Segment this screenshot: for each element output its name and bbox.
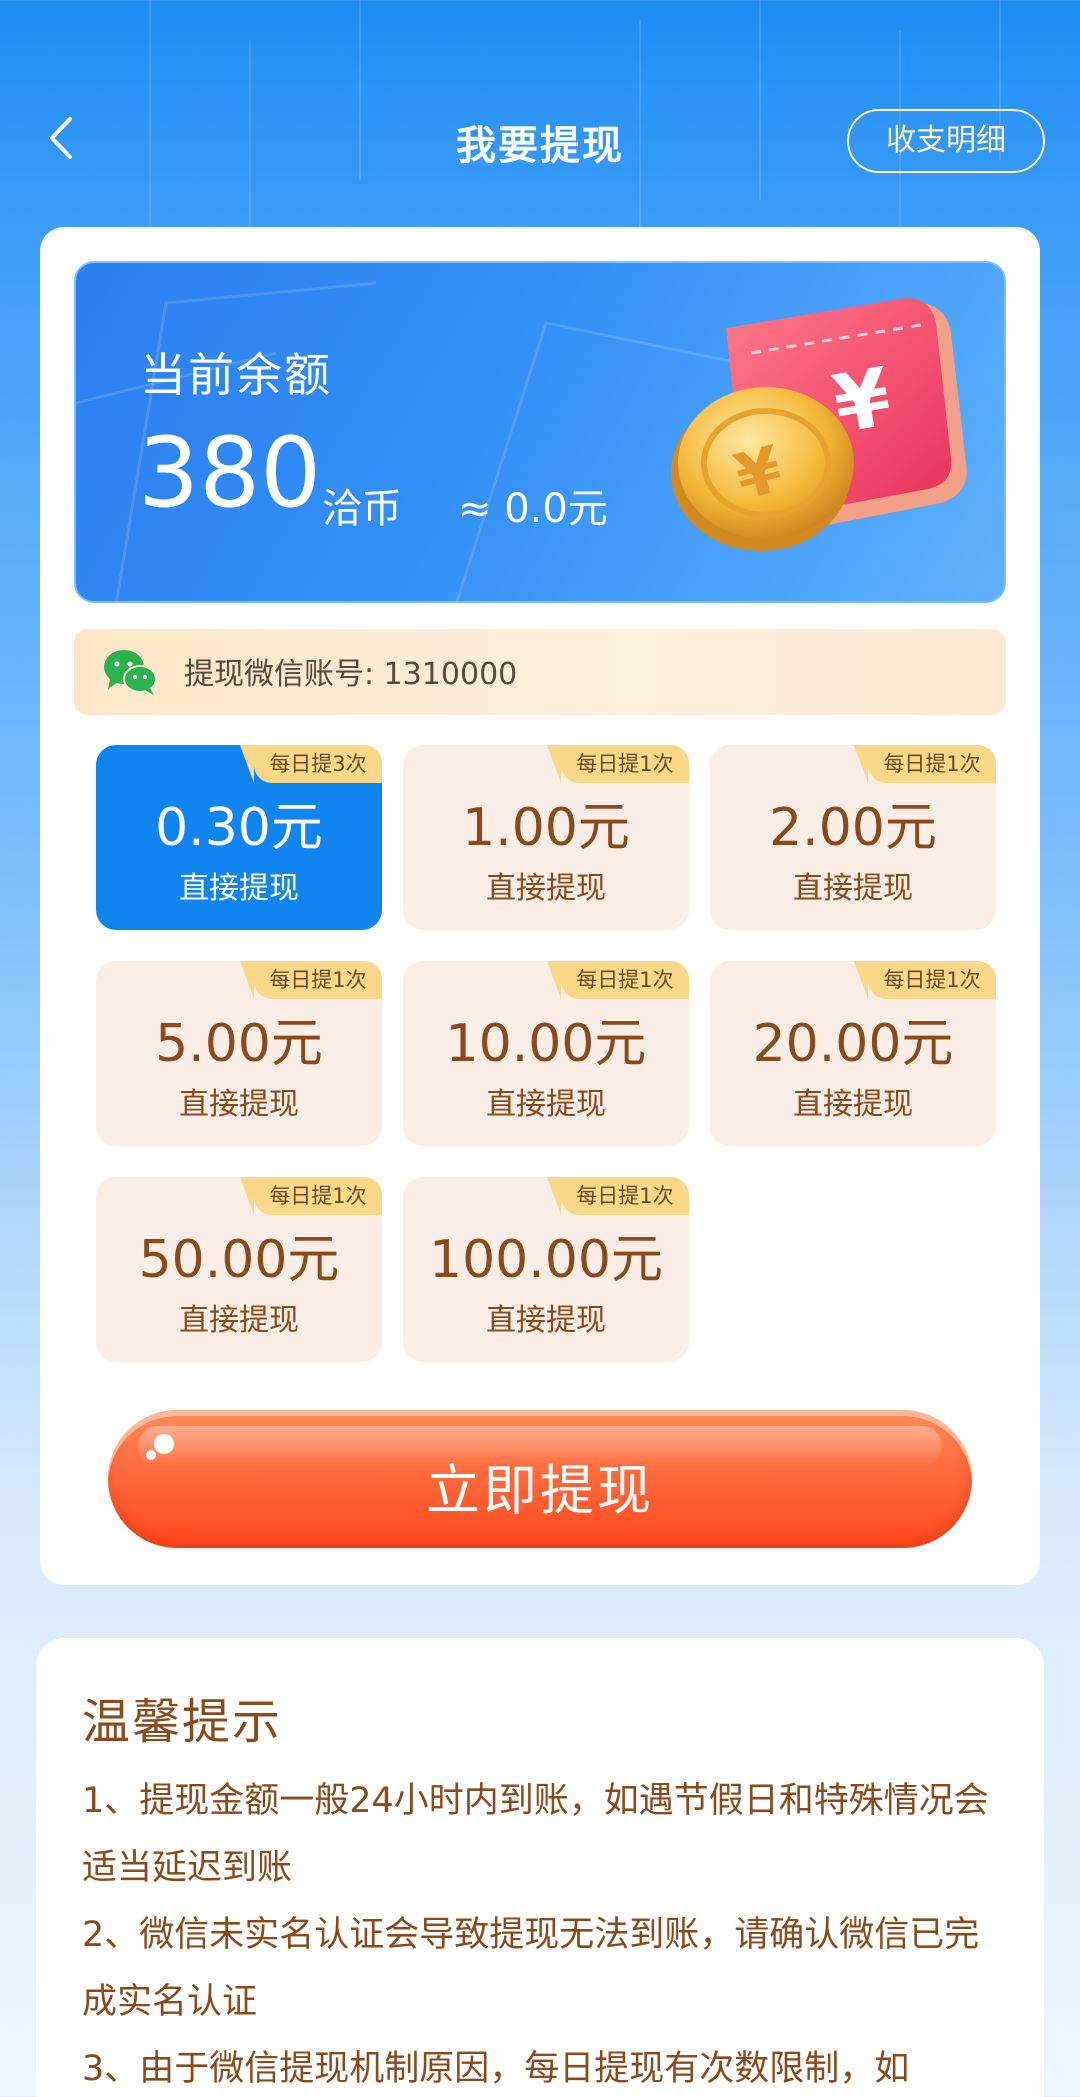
option-subtitle: 直接提现 bbox=[486, 1303, 606, 1338]
balance-label: 当前余额 bbox=[140, 348, 332, 402]
balance-amount: 380 bbox=[138, 417, 322, 529]
withdraw-option-1.00[interactable]: 每日提1次 1.00元 直接提现 bbox=[403, 745, 689, 930]
option-amount: 5.00元 bbox=[155, 1014, 323, 1074]
option-subtitle: 直接提现 bbox=[179, 1087, 299, 1122]
tip-item: 3、由于微信提现机制原因，每日提现有次数限制，如 bbox=[82, 2049, 910, 2089]
transaction-details-button[interactable]: 收支明细 bbox=[847, 109, 1045, 173]
daily-limit-badge: 每日提3次 bbox=[240, 745, 382, 783]
daily-limit-badge: 每日提1次 bbox=[240, 1177, 382, 1215]
option-amount: 1.00元 bbox=[462, 798, 630, 858]
withdraw-option-20.00[interactable]: 每日提1次 20.00元 直接提现 bbox=[710, 961, 996, 1146]
balance-panel: 当前余额 380 洽币 ≈ 0.0元 ¥ ¥ bbox=[74, 261, 1006, 603]
balance-yuan-equivalent: ≈ 0.0元 bbox=[458, 486, 608, 532]
tips-card: 温馨提示 1、提现金额一般24小时内到账，如遇节假日和特殊情况会适当延迟到账 2… bbox=[36, 1638, 1044, 2097]
option-subtitle: 直接提现 bbox=[179, 1303, 299, 1338]
option-amount: 50.00元 bbox=[138, 1230, 340, 1290]
option-subtitle: 直接提现 bbox=[793, 871, 913, 906]
option-subtitle: 直接提现 bbox=[486, 871, 606, 906]
option-amount: 2.00元 bbox=[769, 798, 937, 858]
tips-list: 1、提现金额一般24小时内到账，如遇节假日和特殊情况会适当延迟到账 2、微信未实… bbox=[82, 1768, 1012, 2097]
option-amount: 0.30元 bbox=[155, 798, 323, 858]
withdraw-option-50.00[interactable]: 每日提1次 50.00元 直接提现 bbox=[96, 1177, 382, 1362]
top-bar: 我要提现 收支明细 bbox=[0, 95, 1080, 185]
daily-limit-badge: 每日提1次 bbox=[854, 745, 996, 783]
withdraw-option-10.00[interactable]: 每日提1次 10.00元 直接提现 bbox=[403, 961, 689, 1146]
tip-item: 2、微信未实名认证会导致提现无法到账，请确认微信已完成实名认证 bbox=[82, 1915, 980, 2022]
option-subtitle: 直接提现 bbox=[179, 871, 299, 906]
wechat-account-bar: 提现微信账号: 1310000 bbox=[74, 629, 1006, 715]
option-subtitle: 直接提现 bbox=[793, 1087, 913, 1122]
withdraw-option-0.30[interactable]: 每日提3次 0.30元 直接提现 bbox=[96, 745, 382, 930]
withdraw-now-label: 立即提现 bbox=[426, 1459, 654, 1522]
daily-limit-badge: 每日提1次 bbox=[547, 745, 689, 783]
option-amount: 100.00元 bbox=[429, 1230, 663, 1290]
withdraw-option-2.00[interactable]: 每日提1次 2.00元 直接提现 bbox=[710, 745, 996, 930]
option-amount: 20.00元 bbox=[752, 1014, 954, 1074]
coin-illustration: ¥ ¥ bbox=[671, 298, 967, 551]
wechat-icon bbox=[104, 650, 157, 695]
daily-limit-badge: 每日提1次 bbox=[854, 961, 996, 999]
withdraw-option-100.00[interactable]: 每日提1次 100.00元 直接提现 bbox=[403, 1177, 689, 1362]
daily-limit-badge: 每日提1次 bbox=[547, 1177, 689, 1215]
withdraw-card: 当前余额 380 洽币 ≈ 0.0元 ¥ ¥ 提现微信账号: 1310000 每… bbox=[40, 227, 1040, 1585]
wechat-account-text: 提现微信账号: 1310000 bbox=[184, 657, 518, 692]
tip-item: 1、提现金额一般24小时内到账，如遇节假日和特殊情况会适当延迟到账 bbox=[82, 1781, 989, 1888]
withdraw-option-5.00[interactable]: 每日提1次 5.00元 直接提现 bbox=[96, 961, 382, 1146]
option-amount: 10.00元 bbox=[445, 1014, 647, 1074]
withdraw-now-button[interactable]: 立即提现 bbox=[108, 1410, 972, 1548]
tips-title: 温馨提示 bbox=[82, 1694, 283, 1750]
daily-limit-badge: 每日提1次 bbox=[547, 961, 689, 999]
daily-limit-badge: 每日提1次 bbox=[240, 961, 382, 999]
balance-unit: 洽币 bbox=[322, 486, 402, 532]
option-subtitle: 直接提现 bbox=[486, 1087, 606, 1122]
